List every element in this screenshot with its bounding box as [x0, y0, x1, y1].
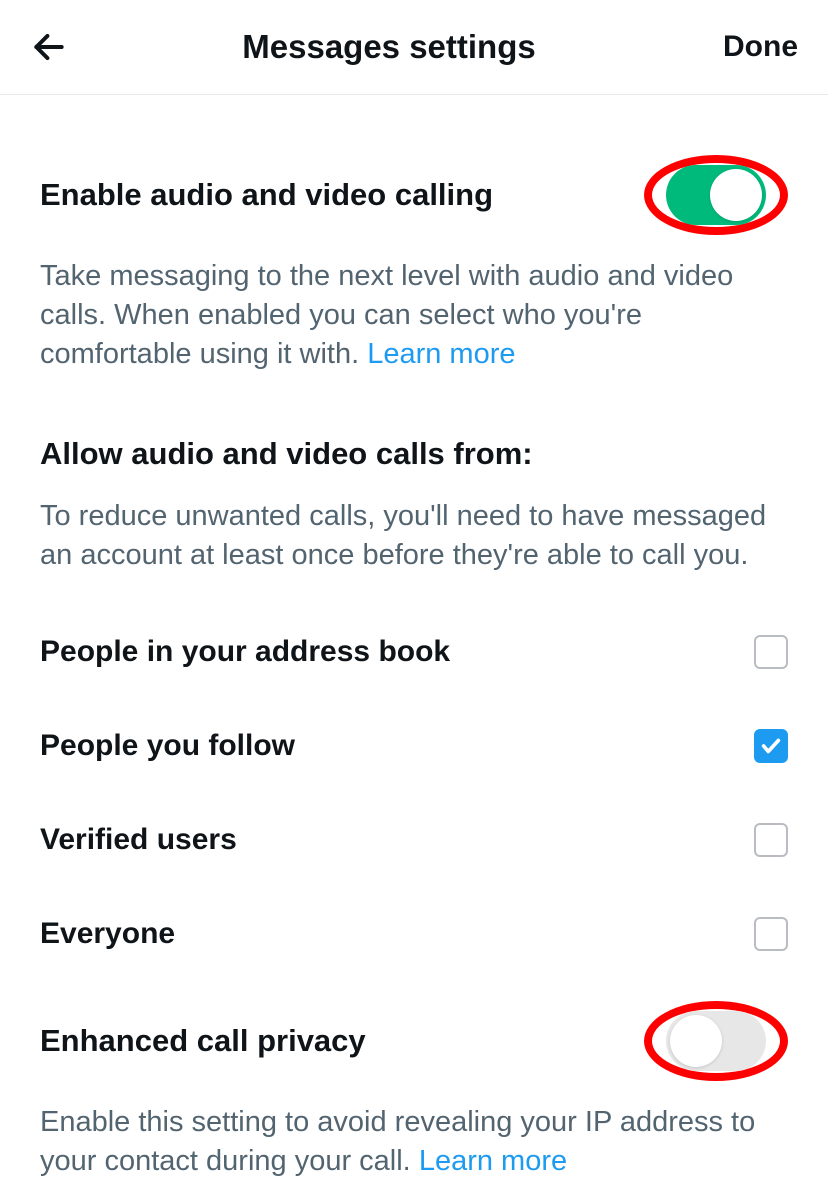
back-button[interactable]	[30, 28, 70, 66]
option-label: People you follow	[40, 729, 295, 763]
checkbox-verified[interactable]	[754, 823, 788, 857]
allow-from-title: Allow audio and video calls from:	[40, 434, 788, 474]
enable-calling-title: Enable audio and video calling	[40, 175, 493, 215]
option-label: Verified users	[40, 823, 237, 857]
content: Enable audio and video calling Take mess…	[0, 95, 828, 1181]
highlight-ring-privacy	[644, 1001, 788, 1081]
option-people-follow[interactable]: People you follow	[40, 699, 788, 793]
enhanced-privacy-desc-text: Enable this setting to avoid revealing y…	[40, 1106, 755, 1177]
enhanced-privacy-title: Enhanced call privacy	[40, 1021, 366, 1061]
option-verified[interactable]: Verified users	[40, 793, 788, 887]
enhanced-privacy-description: Enable this setting to avoid revealing y…	[40, 1103, 788, 1181]
arrow-left-icon	[30, 28, 68, 66]
learn-more-link-calling[interactable]: Learn more	[367, 338, 515, 370]
done-button[interactable]: Done	[708, 30, 798, 64]
enable-calling-description: Take messaging to the next level with au…	[40, 257, 788, 374]
enhanced-privacy-row: Enhanced call privacy	[40, 1001, 788, 1081]
option-label: Everyone	[40, 917, 175, 951]
toggle-knob	[670, 1015, 722, 1067]
enable-calling-toggle[interactable]	[666, 165, 766, 225]
enhanced-privacy-toggle[interactable]	[666, 1011, 766, 1071]
learn-more-link-privacy[interactable]: Learn more	[419, 1145, 567, 1177]
allow-from-description: To reduce unwanted calls, you'll need to…	[40, 497, 788, 575]
page-title: Messages settings	[70, 28, 708, 66]
checkbox-people-follow[interactable]	[754, 729, 788, 763]
option-everyone[interactable]: Everyone	[40, 887, 788, 981]
checkbox-address-book[interactable]	[754, 635, 788, 669]
highlight-ring-enable	[644, 155, 788, 235]
header: Messages settings Done	[0, 0, 828, 95]
option-address-book[interactable]: People in your address book	[40, 605, 788, 699]
option-label: People in your address book	[40, 635, 450, 669]
enable-calling-row: Enable audio and video calling	[40, 155, 788, 235]
checkbox-everyone[interactable]	[754, 917, 788, 951]
toggle-knob	[710, 169, 762, 221]
